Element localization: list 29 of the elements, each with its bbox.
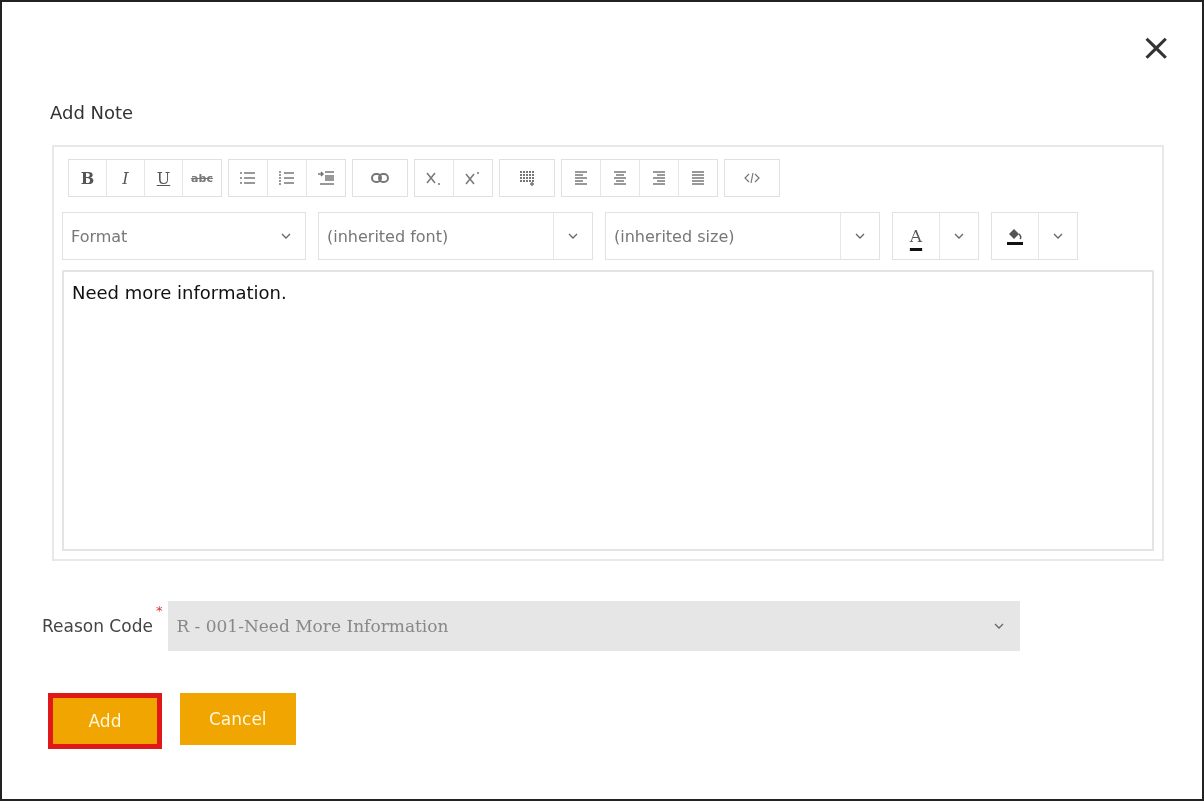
caret-icon[interactable]: [954, 233, 964, 239]
required-marker: *: [155, 603, 163, 618]
align-center-icon[interactable]: [611, 170, 629, 186]
align-left-icon[interactable]: [572, 170, 590, 186]
justify-icon[interactable]: [689, 170, 707, 186]
note-text: Need more information.: [72, 282, 288, 303]
toolbar-dropdown[interactable]: (inherited font): [318, 212, 593, 260]
numbers-icon[interactable]: [278, 170, 296, 186]
caret-icon: [855, 233, 865, 239]
caret-icon: [994, 623, 1005, 629]
source-icon[interactable]: [743, 170, 761, 186]
toolbar-dropdown[interactable]: (inherited size): [605, 212, 880, 260]
toolbar-dropdown[interactable]: Format: [62, 212, 306, 260]
close-button[interactable]: ×: [1140, 28, 1172, 66]
subscript-icon[interactable]: [425, 170, 443, 186]
paint-bucket-icon[interactable]: [1006, 226, 1024, 246]
table-icon[interactable]: [518, 170, 536, 186]
superscript-icon[interactable]: [464, 170, 482, 186]
editor-content-area[interactable]: Need more information.: [62, 270, 1154, 551]
caret-icon[interactable]: [1053, 233, 1063, 239]
reason-code-dropdown[interactable]: R - 001-Need More Information: [168, 601, 1021, 651]
align-right-icon[interactable]: [650, 170, 668, 186]
bullets-icon[interactable]: [239, 170, 257, 186]
caret-icon: [281, 233, 291, 239]
dialog-title: Add Note: [50, 102, 135, 123]
link-icon[interactable]: [371, 170, 389, 186]
caret-icon: [568, 233, 578, 239]
reason-code-label: Reason Code: [42, 616, 153, 636]
indent-icon[interactable]: [317, 170, 335, 186]
